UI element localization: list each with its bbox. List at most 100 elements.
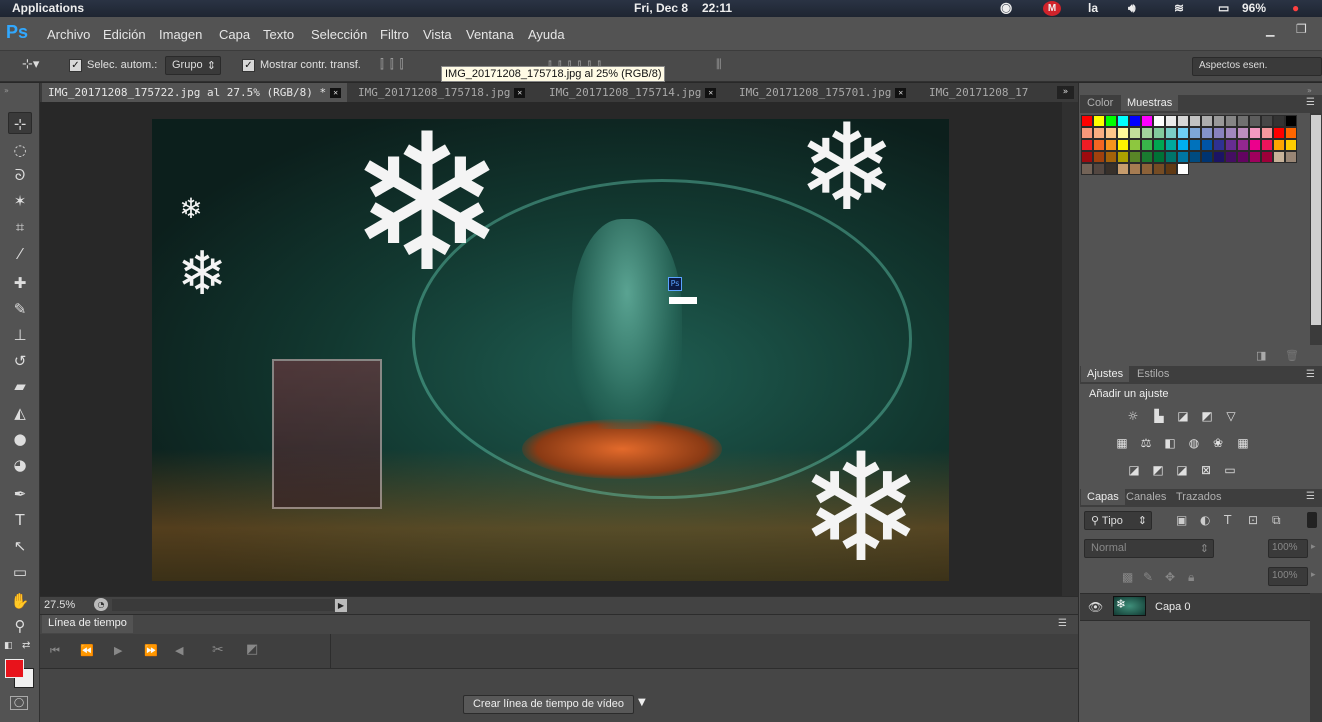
color-swatch[interactable] <box>1093 127 1105 139</box>
color-swatch[interactable] <box>1177 151 1189 163</box>
first-frame-icon[interactable]: ⏮ <box>50 644 60 658</box>
color-swatch[interactable] <box>1261 139 1273 151</box>
color-swatch[interactable] <box>1117 139 1129 151</box>
color-swatch[interactable] <box>1141 139 1153 151</box>
color-swatch[interactable] <box>1249 139 1261 151</box>
scroll-right-icon[interactable]: ▶ <box>335 599 347 612</box>
fill-field[interactable]: 100% <box>1268 567 1308 586</box>
color-swatch[interactable] <box>1129 151 1141 163</box>
color-swatch[interactable] <box>1081 127 1093 139</box>
curves-icon[interactable]: ◪ <box>1175 409 1191 423</box>
swatches-scrollbar[interactable] <box>1310 113 1322 345</box>
color-swatch[interactable] <box>1093 163 1105 175</box>
color-swatch[interactable] <box>1225 127 1237 139</box>
layer-name[interactable]: Capa 0 <box>1155 601 1190 613</box>
color-swatch[interactable] <box>1273 127 1285 139</box>
color-swatch[interactable] <box>1081 151 1093 163</box>
applications-menu[interactable]: Applications <box>12 1 84 15</box>
color-swatch[interactable] <box>1249 127 1261 139</box>
align-icons[interactable]: ⫿⫿⫿ <box>380 57 410 72</box>
color-swatch[interactable] <box>1201 151 1213 163</box>
layer-filter-dropdown[interactable]: ⚲ Tipo ⇕ <box>1084 511 1152 530</box>
tab-overflow-icon[interactable]: » <box>1057 86 1074 99</box>
color-swatch[interactable] <box>1177 139 1189 151</box>
color-swatch[interactable] <box>1105 163 1117 175</box>
posterize-icon[interactable]: ◩ <box>1150 463 1166 477</box>
panel-menu-icon[interactable]: ☰ <box>1306 369 1315 380</box>
layer-thumbnail[interactable]: ❄ <box>1113 596 1146 616</box>
lock-all-icon[interactable]: 🔒︎ <box>1188 570 1194 585</box>
brush-tool-icon[interactable]: ✎ <box>8 298 32 320</box>
color-swatch[interactable] <box>1273 151 1285 163</box>
close-icon[interactable]: ✕ <box>330 88 342 98</box>
color-swatch[interactable] <box>1189 115 1201 127</box>
menu-edicion[interactable]: Edición <box>103 27 146 42</box>
eyedropper-tool-icon[interactable]: ⁄ <box>8 243 32 265</box>
exposure-icon[interactable]: ◩ <box>1199 409 1215 423</box>
auto-align-icon[interactable]: ⫼ <box>716 57 722 72</box>
notification-icon[interactable]: ● <box>1292 1 1299 15</box>
swap-colors-icon[interactable]: ⇄ <box>22 640 30 651</box>
audio-icon[interactable]: ◀ <box>175 644 183 657</box>
color-swatch[interactable] <box>1261 127 1273 139</box>
color-swatch[interactable] <box>1081 139 1093 151</box>
color-swatch[interactable] <box>1117 163 1129 175</box>
crop-tool-icon[interactable]: ⌗ <box>8 216 32 238</box>
blur-tool-icon[interactable]: ● <box>8 428 32 450</box>
tab-document-4[interactable]: IMG_20171208_175701.jpg ✕ <box>733 83 912 102</box>
color-swatch[interactable] <box>1165 127 1177 139</box>
color-swatch[interactable] <box>1093 151 1105 163</box>
smart-object-filter-icon[interactable]: ⧉ <box>1272 513 1281 528</box>
menu-ventana[interactable]: Ventana <box>466 27 514 42</box>
toolbar-collapse-icon[interactable]: » <box>4 86 9 95</box>
rectangle-tool-icon[interactable]: ▭ <box>8 561 32 583</box>
dodge-tool-icon[interactable]: ◕ <box>8 454 32 476</box>
eye-icon[interactable]: 👁︎ <box>1088 600 1103 614</box>
tab-timeline[interactable]: Línea de tiempo <box>42 615 133 633</box>
quick-mask-icon[interactable]: ◯ <box>10 696 28 710</box>
panel-menu-icon[interactable]: ☰ <box>1306 97 1315 108</box>
menu-filtro[interactable]: Filtro <box>380 27 409 42</box>
chevron-down-icon[interactable]: ▼ <box>638 697 646 708</box>
menu-ayuda[interactable]: Ayuda <box>528 27 565 42</box>
hand-tool-icon[interactable]: ✋ <box>8 590 32 612</box>
tab-paths[interactable]: Trazados <box>1170 489 1227 505</box>
color-swatch[interactable] <box>1165 163 1177 175</box>
color-balance-icon[interactable]: ⚖ <box>1138 436 1154 450</box>
menu-imagen[interactable]: Imagen <box>159 27 202 42</box>
color-swatch[interactable] <box>1105 127 1117 139</box>
history-brush-tool-icon[interactable]: ↺ <box>8 350 32 372</box>
adjustment-filter-icon[interactable]: ◐ <box>1200 513 1210 527</box>
color-swatch[interactable] <box>1093 115 1105 127</box>
color-swatch[interactable] <box>1153 151 1165 163</box>
eraser-tool-icon[interactable]: ▰ <box>8 375 32 397</box>
color-swatch[interactable] <box>1105 139 1117 151</box>
menu-texto[interactable]: Texto <box>263 27 294 42</box>
color-swatch[interactable] <box>1177 127 1189 139</box>
color-swatch[interactable] <box>1189 139 1201 151</box>
scissors-icon[interactable]: ✂ <box>212 642 224 658</box>
close-icon[interactable]: ✕ <box>895 88 907 98</box>
menu-capa[interactable]: Capa <box>219 27 250 42</box>
color-swatch[interactable] <box>1285 151 1297 163</box>
clone-stamp-tool-icon[interactable]: ⊥ <box>8 324 32 346</box>
channel-mixer-icon[interactable]: ❀ <box>1210 436 1226 450</box>
dock-collapse-icon[interactable]: » <box>1307 86 1312 95</box>
brightness-icon[interactable]: ☼ <box>1125 409 1141 423</box>
color-swatch[interactable] <box>1117 115 1129 127</box>
color-swatch[interactable] <box>1249 115 1261 127</box>
paint-bucket-tool-icon[interactable]: ◭ <box>8 402 32 424</box>
color-swatch[interactable] <box>1261 151 1273 163</box>
opacity-slider-icon[interactable]: ▸ <box>1311 542 1316 552</box>
tab-document-3[interactable]: IMG_20171208_175714.jpg ✕ <box>543 83 722 102</box>
color-swatch[interactable] <box>1153 163 1165 175</box>
wifi-icon[interactable]: ≋ <box>1174 1 1184 15</box>
color-swatch[interactable] <box>1201 115 1213 127</box>
horizontal-scrollbar[interactable] <box>112 599 334 611</box>
color-swatch[interactable] <box>1177 115 1189 127</box>
close-icon[interactable]: ✕ <box>514 88 526 98</box>
selective-color-icon[interactable]: ⊠ <box>1198 463 1214 477</box>
close-icon[interactable]: ✕ <box>705 88 717 98</box>
marquee-tool-icon[interactable]: ◌ <box>8 139 32 161</box>
mega-icon[interactable]: M <box>1043 1 1061 16</box>
